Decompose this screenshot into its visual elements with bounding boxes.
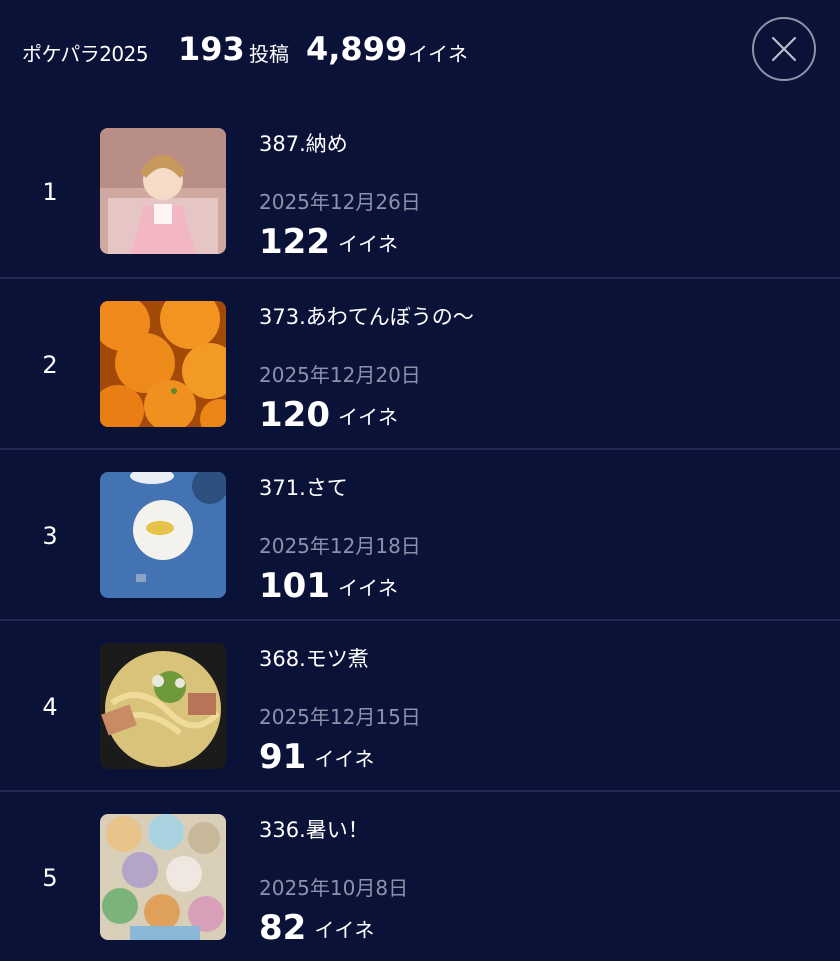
likes-label: イイネ [337,231,398,256]
ranking-item[interactable]: 5 336.暑い！ 2025年10月8日 82 イイネ [0,790,840,961]
post-likes: 82 イイネ [259,908,374,948]
likes-label: イイネ [337,575,398,600]
ranking-item[interactable]: 1 387.納め 2025年12月26日 122 イイネ [0,106,840,277]
post-title: 368.モツ煮 [259,647,369,671]
post-title: 371.さて [259,476,348,500]
rank-number: 1 [42,178,58,206]
post-likes: 101 イイネ [259,566,398,606]
post-thumbnail [100,814,226,940]
post-likes: 120 イイネ [259,395,398,435]
ranking-item[interactable]: 3 371.さて 2025年12月18日 101 イイネ [0,448,840,619]
close-button[interactable] [752,17,816,81]
posts-count: 193 [178,30,245,68]
ranking-item[interactable]: 2 373.あわてんぼうの〜 2025年12月20日 120 イイネ [0,277,840,448]
post-date: 2025年12月26日 [259,190,421,214]
post-date: 2025年12月18日 [259,534,421,558]
post-likes: 122 イイネ [259,222,398,262]
rank-number: 4 [42,693,58,721]
likes-label: イイネ [337,404,398,429]
ranking-list: 1 387.納め 2025年12月26日 122 イイネ 2 373.あわてんぼ… [0,106,840,961]
header: ポケパラ2025 193 投稿 4,899 イイネ [0,0,840,104]
likes-label: イイネ [314,917,375,942]
rank-number: 2 [42,351,58,379]
post-title: 336.暑い！ [259,818,369,842]
post-date: 2025年10月8日 [259,876,409,900]
posts-label: 投稿 [249,42,289,66]
post-date: 2025年12月20日 [259,363,421,387]
post-likes: 91 イイネ [259,737,374,777]
close-icon [772,37,796,61]
post-date: 2025年12月15日 [259,705,421,729]
app-title: ポケパラ2025 [22,42,149,66]
likes-count: 101 [259,566,330,606]
likes-total-label: イイネ [408,42,468,66]
post-thumbnail [100,643,226,769]
rank-number: 5 [42,864,58,892]
likes-count: 122 [259,222,330,262]
post-title: 387.納め [259,132,348,156]
post-thumbnail [100,301,226,427]
rank-number: 3 [42,522,58,550]
likes-count: 82 [259,908,307,948]
likes-count: 120 [259,395,330,435]
ranking-item[interactable]: 4 368.モツ煮 2025年12月15日 91 イイネ [0,619,840,790]
post-thumbnail [100,472,226,598]
post-title: 373.あわてんぼうの〜 [259,305,474,329]
likes-count: 91 [259,737,307,777]
post-thumbnail [100,128,226,254]
likes-total: 4,899 [306,30,408,68]
likes-label: イイネ [314,746,375,771]
